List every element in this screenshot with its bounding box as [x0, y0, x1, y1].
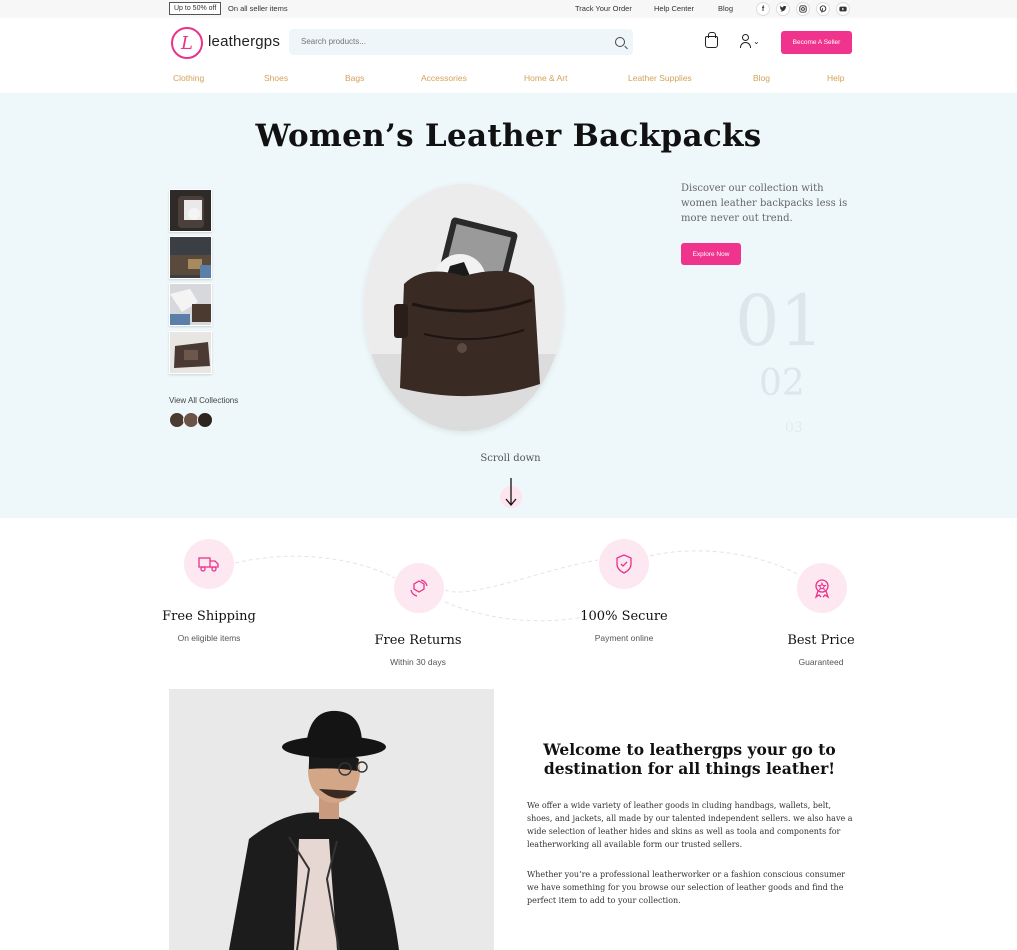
- logo-icon[interactable]: L: [171, 27, 203, 59]
- truck-icon: [184, 539, 234, 589]
- instagram-icon[interactable]: [796, 2, 810, 16]
- welcome-paragraph-1: We offer a wide variety of leather goods…: [527, 801, 853, 849]
- promo-badge[interactable]: Up to 50% off: [169, 2, 222, 15]
- feature-subtitle-secure: Payment online: [594, 633, 654, 643]
- slide-number-2[interactable]: 02: [759, 363, 805, 404]
- arrow-down-icon[interactable]: [498, 477, 524, 508]
- avatar[interactable]: [197, 412, 213, 428]
- top-bar: Up to 50% off On all seller items Track …: [0, 0, 1017, 18]
- award-ribbon-icon: [797, 563, 847, 613]
- shield-check-icon: [599, 539, 649, 589]
- view-all-collections-link[interactable]: View All Collections: [169, 396, 238, 405]
- model-photo: [169, 689, 494, 950]
- hero-description: Discover our collection with women leath…: [681, 183, 848, 224]
- blog-top-link[interactable]: Blog: [718, 4, 733, 13]
- search-input[interactable]: [301, 37, 601, 46]
- hero-title: Women’s Leather Backpacks: [255, 118, 762, 154]
- thumbnail-3[interactable]: [169, 283, 212, 326]
- thumbnail-4[interactable]: [169, 331, 212, 374]
- become-seller-button[interactable]: Become A Seller: [781, 31, 852, 54]
- nav-item-shoes[interactable]: Shoes: [264, 73, 288, 83]
- user-icon: [742, 34, 749, 41]
- scroll-down-label[interactable]: Scroll down: [0, 453, 1017, 464]
- nav-item-bags[interactable]: Bags: [345, 73, 364, 83]
- account-menu[interactable]: ⌄: [740, 34, 760, 50]
- feature-connector-curve: [234, 550, 798, 622]
- nav-item-clothing[interactable]: Clothing: [173, 73, 204, 83]
- twitter-icon[interactable]: [776, 2, 790, 16]
- feature-subtitle-price: Guaranteed: [798, 657, 844, 667]
- welcome-title: Welcome to leathergps your go to destina…: [543, 740, 836, 778]
- pinterest-icon[interactable]: [816, 2, 830, 16]
- cart-bag-icon[interactable]: [705, 32, 718, 48]
- nav-item-leather-supplies[interactable]: Leather Supplies: [628, 73, 692, 83]
- feature-title-price: Best Price: [787, 633, 855, 648]
- promo-note[interactable]: On all seller items: [228, 4, 288, 13]
- nav-item-home-art[interactable]: Home & Art: [524, 73, 567, 83]
- slide-number-3[interactable]: 03: [785, 420, 803, 436]
- chevron-down-icon: ⌄: [753, 37, 760, 46]
- welcome-paragraph-2: Whether you’re a professional leatherwor…: [527, 870, 846, 905]
- logo-text[interactable]: leathergps: [208, 33, 280, 50]
- hero-product-image: [364, 184, 563, 431]
- help-center-link[interactable]: Help Center: [654, 4, 694, 13]
- nav-item-help[interactable]: Help: [827, 73, 844, 83]
- feature-title-secure: 100% Secure: [580, 609, 668, 624]
- track-order-link[interactable]: Track Your Order: [575, 4, 632, 13]
- nav-item-blog[interactable]: Blog: [753, 73, 770, 83]
- slide-number-1[interactable]: 01: [735, 280, 824, 362]
- search-icon[interactable]: [615, 37, 625, 47]
- thumbnail-1[interactable]: [169, 189, 212, 232]
- feature-subtitle-shipping: On eligible items: [177, 633, 241, 643]
- explore-now-button[interactable]: Explore Now: [681, 243, 741, 265]
- thumbnail-2[interactable]: [169, 236, 212, 279]
- youtube-icon[interactable]: [836, 2, 850, 16]
- search-bar[interactable]: [289, 29, 633, 55]
- feature-title-shipping: Free Shipping: [162, 609, 256, 624]
- returns-icon: [394, 563, 444, 613]
- feature-title-returns: Free Returns: [374, 633, 462, 648]
- feature-subtitle-returns: Within 30 days: [390, 657, 446, 667]
- nav-item-accessories[interactable]: Accessories: [421, 73, 467, 83]
- facebook-icon[interactable]: f: [756, 2, 770, 16]
